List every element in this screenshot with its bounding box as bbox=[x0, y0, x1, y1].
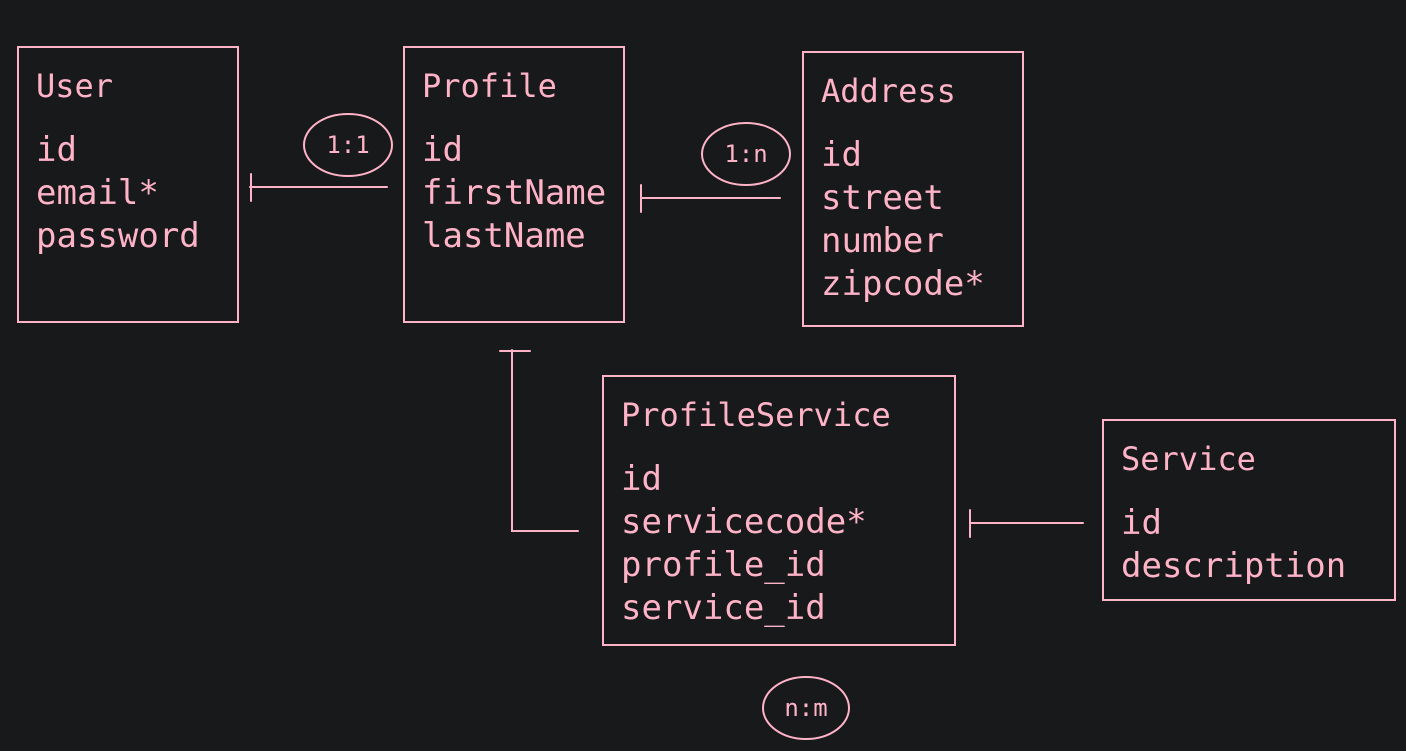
field-number: number bbox=[821, 221, 944, 261]
entity-address-fields: id street number zipcode* bbox=[821, 134, 985, 306]
entity-address: Address id street number zipcode* bbox=[802, 51, 1024, 327]
entity-service-fields: id description bbox=[1121, 502, 1346, 588]
entity-profile-fields: id firstName lastName bbox=[422, 129, 606, 258]
user-profile-connector bbox=[249, 173, 388, 202]
field-zipcode: zipcode* bbox=[821, 264, 985, 304]
profileservice-service-connector bbox=[969, 509, 1084, 538]
entity-service-title: Service bbox=[1121, 440, 1256, 478]
user-profile-cardinality-ellipse bbox=[303, 113, 393, 177]
profile-address-cardinality-ellipse bbox=[701, 122, 791, 186]
field-profile-id: profile_id bbox=[621, 545, 826, 585]
entity-profileservice-title: ProfileService bbox=[621, 396, 891, 434]
er-diagram-canvas: User id email* password Profile id first… bbox=[0, 0, 1406, 751]
field-id: id bbox=[1121, 503, 1162, 543]
entity-service: Service id description bbox=[1102, 419, 1396, 601]
entity-profile: Profile id firstName lastName bbox=[403, 46, 625, 323]
entity-user: User id email* password bbox=[17, 46, 239, 323]
entity-user-fields: id email* password bbox=[36, 129, 200, 258]
entity-user-title: User bbox=[36, 67, 114, 105]
field-email: email* bbox=[36, 173, 159, 213]
field-id: id bbox=[821, 135, 862, 175]
field-id: id bbox=[36, 130, 77, 170]
field-servicecode: servicecode* bbox=[621, 502, 867, 542]
profile-profileservice-connector bbox=[499, 349, 579, 532]
field-street: street bbox=[821, 178, 944, 218]
field-service-id: service_id bbox=[621, 588, 826, 628]
entity-profileservice-fields: id servicecode* profile_id service_id bbox=[621, 458, 867, 630]
field-lastname: lastName bbox=[422, 216, 586, 256]
field-password: password bbox=[36, 216, 200, 256]
entity-profileservice: ProfileService id servicecode* profile_i… bbox=[602, 375, 956, 646]
profileservice-service-cardinality-ellipse bbox=[762, 676, 850, 740]
profile-address-connector bbox=[640, 184, 781, 213]
field-id: id bbox=[621, 459, 662, 499]
field-description: description bbox=[1121, 546, 1347, 586]
field-id: id bbox=[422, 130, 463, 170]
field-firstname: firstName bbox=[422, 173, 607, 213]
entity-address-title: Address bbox=[821, 72, 956, 110]
entity-profile-title: Profile bbox=[422, 67, 557, 105]
